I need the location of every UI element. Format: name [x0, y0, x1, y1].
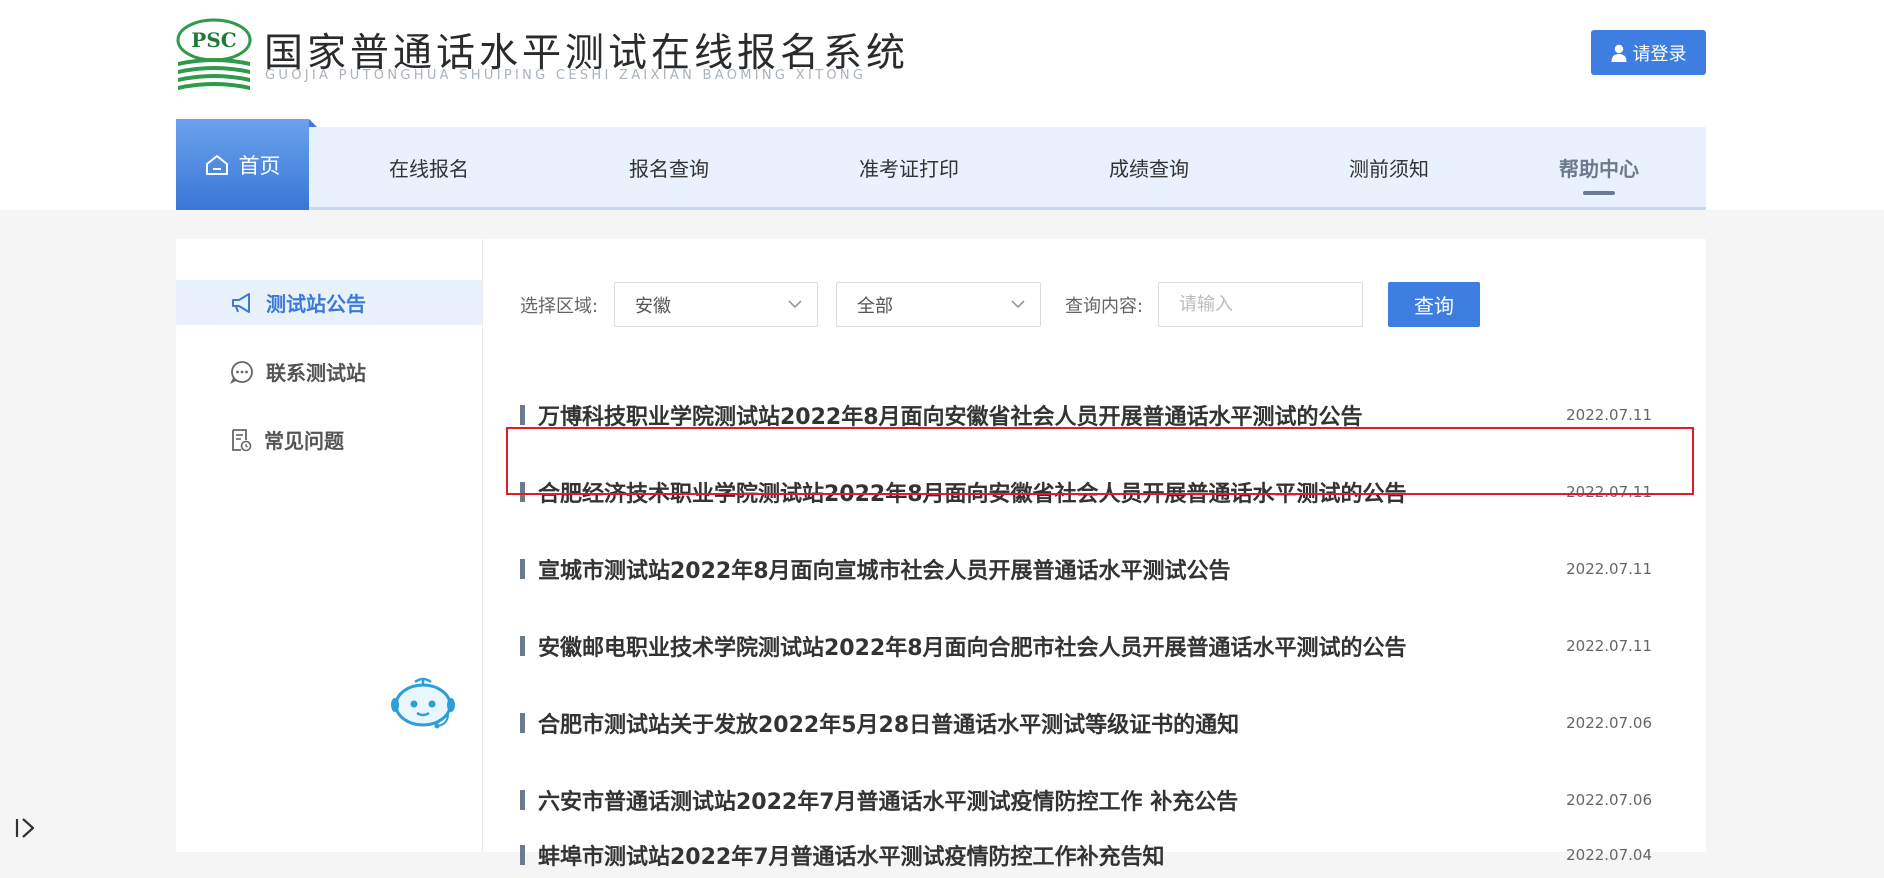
chevron-down-icon — [1011, 300, 1025, 309]
login-button[interactable]: 请登录 — [1591, 30, 1706, 75]
search-input[interactable] — [1158, 282, 1363, 327]
nav-label: 在线报名 — [389, 156, 469, 181]
region-select[interactable]: 安徽 — [614, 282, 818, 327]
notice-bullet — [520, 559, 525, 579]
notice-row[interactable]: 宣城市测试站2022年8月面向宣城市社会人员开展普通话水平测试公告 2022.0… — [520, 546, 1684, 592]
notice-row[interactable]: 合肥经济技术职业学院测试站2022年8月面向安徽省社会人员开展普通话水平测试的公… — [520, 469, 1684, 515]
nav-label: 报名查询 — [629, 156, 709, 181]
nav-item-score-query[interactable]: 成绩查询 — [1029, 127, 1269, 207]
site-subtitle: GUOJIA PUTONGHUA SHUIPING CESHI ZAIXIAN … — [265, 68, 867, 83]
notice-row[interactable]: 万博科技职业学院测试站2022年8月面向安徽省社会人员开展普通话水平测试的公告 … — [520, 392, 1684, 438]
nav-item-home[interactable]: 首页 — [176, 119, 317, 210]
sidebar-item-contact-station[interactable]: 联系测试站 — [176, 349, 482, 394]
sidebar-item-station-notices[interactable]: 测试站公告 — [176, 280, 482, 325]
panel-expand-icon — [15, 818, 35, 838]
sidebar-item-label: 联系测试站 — [266, 361, 366, 385]
notice-date: 2022.07.04 — [1566, 846, 1652, 864]
chat-icon — [230, 360, 253, 384]
login-label: 请登录 — [1632, 43, 1687, 65]
nav-home-label: 首页 — [238, 153, 281, 178]
notice-title[interactable]: 万博科技职业学院测试站2022年8月面向安徽省社会人员开展普通话水平测试的公告 — [538, 399, 1566, 431]
sidebar-item-label: 常见问题 — [264, 429, 344, 453]
sidebar-item-faq[interactable]: 常见问题 — [176, 417, 482, 462]
scope-select-value: 全部 — [857, 295, 893, 317]
user-icon — [1611, 44, 1626, 62]
nav-item-registration-query[interactable]: 报名查询 — [549, 127, 789, 207]
home-icon — [205, 154, 228, 175]
psc-logo-icon: PSC — [176, 18, 252, 90]
nav-label: 帮助中心 — [1559, 156, 1639, 181]
notice-date: 2022.07.06 — [1566, 791, 1652, 809]
nav-item-admission-ticket[interactable]: 准考证打印 — [789, 127, 1029, 207]
notice-row[interactable]: 六安市普通话测试站2022年7月普通话水平测试疫情防控工作 补充公告 2022.… — [520, 777, 1684, 823]
nav-label: 测前须知 — [1349, 156, 1429, 181]
notice-bullet — [520, 636, 525, 656]
nav-label: 成绩查询 — [1109, 156, 1189, 181]
query-label: 查询内容: — [1065, 296, 1144, 317]
megaphone-icon — [232, 292, 250, 313]
notice-date: 2022.07.11 — [1566, 560, 1652, 578]
sidebar: 测试站公告 联系测试站 常见问题 — [176, 239, 483, 852]
search-button[interactable]: 查询 — [1388, 282, 1480, 327]
notice-date: 2022.07.11 — [1566, 637, 1652, 655]
nav-item-pre-test-notice[interactable]: 测前须知 — [1269, 127, 1509, 207]
notice-bullet — [520, 405, 525, 425]
notice-title[interactable]: 宣城市测试站2022年8月面向宣城市社会人员开展普通话水平测试公告 — [538, 553, 1566, 585]
region-label: 选择区域: — [520, 296, 599, 317]
scope-select[interactable]: 全部 — [836, 282, 1041, 327]
chevron-down-icon — [788, 300, 802, 309]
notice-date: 2022.07.06 — [1566, 714, 1652, 732]
notice-row[interactable]: 安徽邮电职业技术学院测试站2022年8月面向合肥市社会人员开展普通话水平测试的公… — [520, 623, 1684, 669]
region-select-value: 安徽 — [635, 295, 671, 317]
document-icon — [232, 428, 252, 451]
expand-panel-toggle[interactable] — [6, 808, 46, 848]
logo-text: PSC — [191, 28, 236, 52]
nav-label: 准考证打印 — [859, 156, 959, 181]
notice-bullet — [520, 482, 525, 502]
nav-item-help-center[interactable]: 帮助中心 — [1509, 127, 1689, 207]
content-card: 测试站公告 联系测试站 常见问题 选择区域: 安徽 全部 查询内容: 请输入 查… — [176, 239, 1706, 870]
robot-assistant-icon[interactable] — [390, 674, 456, 730]
main-nav: 首页 在线报名 报名查询 准考证打印 成绩查询 测前须知 帮助中心 — [176, 119, 1706, 210]
sidebar-item-label: 测试站公告 — [266, 292, 366, 316]
notice-title[interactable]: 合肥市测试站关于发放2022年5月28日普通话水平测试等级证书的通知 — [538, 707, 1566, 739]
notice-row[interactable]: 合肥市测试站关于发放2022年5月28日普通话水平测试等级证书的通知 2022.… — [520, 700, 1684, 746]
notice-bullet — [520, 845, 525, 865]
notice-title[interactable]: 蚌埠市测试站2022年7月普通话水平测试疫情防控工作补充告知 — [538, 839, 1566, 871]
notice-row[interactable]: 蚌埠市测试站2022年7月普通话水平测试疫情防控工作补充告知 2022.07.0… — [520, 832, 1684, 878]
notice-bullet — [520, 790, 525, 810]
notice-title[interactable]: 合肥经济技术职业学院测试站2022年8月面向安徽省社会人员开展普通话水平测试的公… — [538, 476, 1566, 508]
notice-date: 2022.07.11 — [1566, 483, 1652, 501]
nav-item-online-registration[interactable]: 在线报名 — [309, 127, 549, 207]
notice-title[interactable]: 安徽邮电职业技术学院测试站2022年8月面向合肥市社会人员开展普通话水平测试的公… — [538, 630, 1566, 662]
notice-bullet — [520, 713, 525, 733]
notice-date: 2022.07.11 — [1566, 406, 1652, 424]
notice-title[interactable]: 六安市普通话测试站2022年7月普通话水平测试疫情防控工作 补充公告 — [538, 784, 1566, 816]
